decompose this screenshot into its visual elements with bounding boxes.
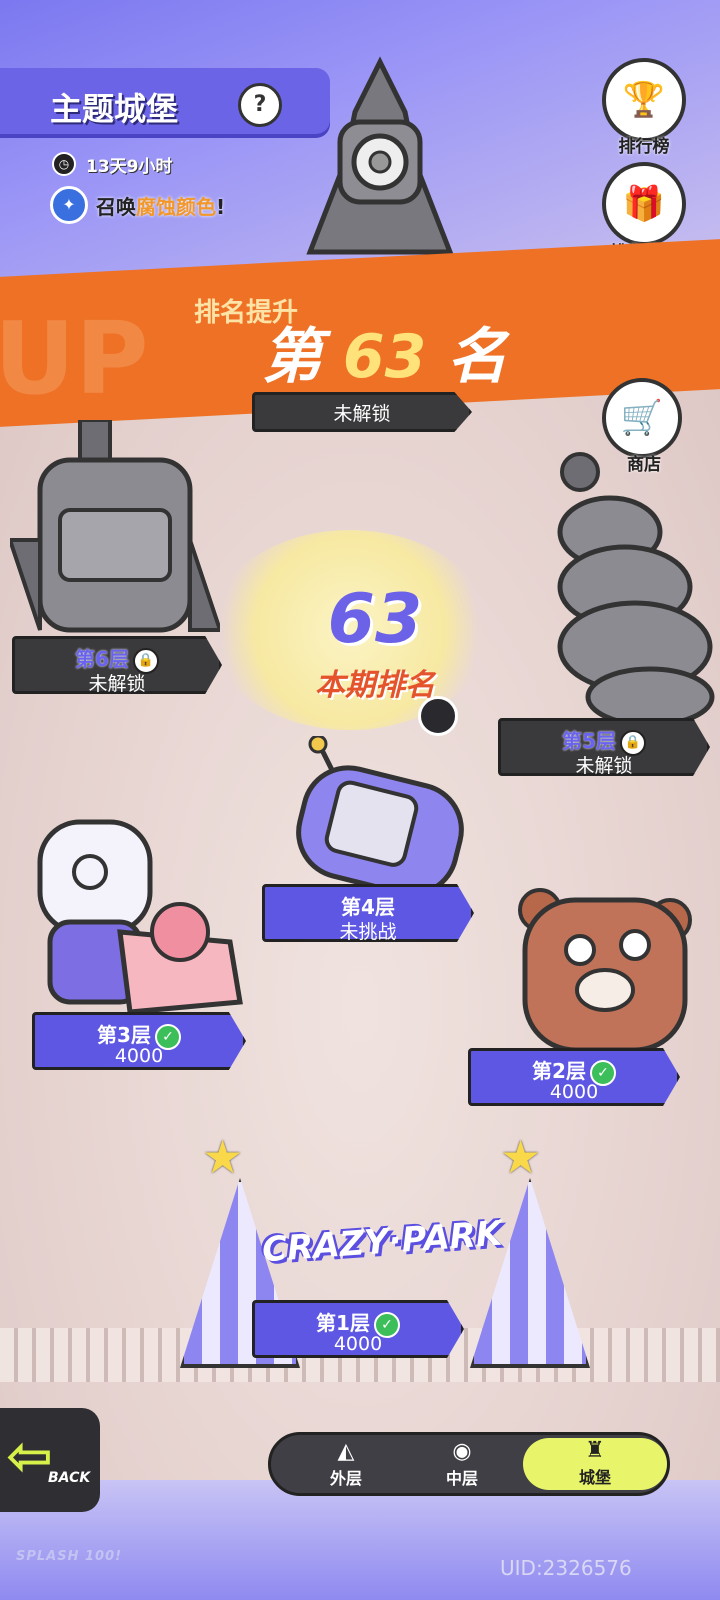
bottom-nav: ◭ 外层 ◉ 中层 ♜ 城堡: [268, 1432, 670, 1496]
timer-text: 13天9小时: [86, 156, 173, 177]
floor-5-status: 未解锁: [575, 755, 633, 777]
castle-icon: ♜: [585, 1438, 605, 1463]
floor-4-status: 未挑战: [339, 921, 397, 943]
floor-3-characters[interactable]: [20, 812, 250, 1032]
star-icon: ★: [202, 1130, 244, 1184]
help-button[interactable]: ?: [238, 83, 282, 127]
floor-7-status: 未解锁: [333, 403, 391, 425]
floor-6-status: 未解锁: [88, 673, 146, 695]
tab-outer[interactable]: ◭ 外层: [291, 1439, 401, 1495]
floor-6-plate[interactable]: 第6层 🔒 未解锁: [12, 636, 222, 694]
brand-logo: SPLASH 100!: [16, 1549, 123, 1564]
banner-rank-text: 第 63 名: [262, 308, 507, 395]
star-icon: ★: [500, 1130, 542, 1184]
floor-3-title: 第3层: [97, 1023, 151, 1047]
leaderboard-button[interactable]: 🏆: [602, 58, 686, 142]
tab-castle-label: 城堡: [578, 1468, 611, 1487]
current-rank-number: 63: [327, 580, 423, 659]
floor-4-structure[interactable]: [290, 736, 470, 896]
shop-button[interactable]: 🛒: [602, 378, 682, 458]
floor-2-title: 第2层: [532, 1059, 586, 1083]
tab-middle-label: 中层: [445, 1469, 478, 1488]
user-id: UID:2326576: [500, 1556, 632, 1580]
trophy-icon: 🏆: [602, 58, 686, 142]
back-label: BACK: [48, 1470, 91, 1486]
floor-5-title: 第5层: [562, 729, 616, 753]
gift-box-icon: 🎁: [602, 162, 686, 246]
floor-2-plate[interactable]: 第2层 ✓ 4000: [468, 1048, 680, 1106]
floor-3-plate[interactable]: 第3层 ✓ 4000: [32, 1012, 246, 1070]
floor-2-bear[interactable]: [510, 880, 700, 1060]
banner-number: 63: [342, 322, 427, 392]
tab-castle[interactable]: ♜ 城堡: [523, 1438, 667, 1490]
rank-rewards-button[interactable]: 🎁: [602, 162, 686, 246]
floor-3-score: 4000: [114, 1045, 164, 1067]
floor-5-tower[interactable]: [540, 452, 720, 722]
banner-suffix: 名: [447, 322, 508, 392]
timer-row: ◷ 13天9小时: [52, 150, 173, 178]
floor-6-tower[interactable]: [10, 420, 220, 650]
floor-7-plate[interactable]: 未解锁: [252, 392, 472, 432]
banner-watermark: UP: [0, 300, 149, 417]
tab-outer-label: 外层: [329, 1469, 362, 1488]
floor-4-plate[interactable]: 第4层 未挑战: [262, 884, 474, 942]
floor-1-title: 第1层: [316, 1311, 370, 1335]
target-icon: ✦: [50, 186, 88, 224]
player-marker-icon: [418, 696, 458, 736]
middle-layer-icon: ◉: [452, 1439, 472, 1464]
clock-icon: ◷: [52, 152, 76, 176]
floor-1-plate[interactable]: 第1层 ✓ 4000: [252, 1300, 464, 1358]
floor-4-title: 第4层: [341, 895, 395, 919]
summon-highlight: 腐蚀颜色: [136, 194, 216, 219]
page-title: 主题城堡: [50, 90, 179, 128]
summon-suffix: !: [216, 194, 226, 219]
tab-middle[interactable]: ◉ 中层: [407, 1439, 517, 1495]
floor-1-score: 4000: [333, 1333, 383, 1355]
outer-layer-icon: ◭: [337, 1439, 355, 1464]
summon-text: 召唤腐蚀颜色!: [96, 191, 225, 220]
bottom-gradient: [0, 1480, 720, 1600]
summon-prefix: 召唤: [96, 194, 136, 219]
banner-prefix: 第: [262, 322, 322, 392]
floor-6-title: 第6层: [75, 647, 129, 671]
floor-2-score: 4000: [549, 1081, 599, 1103]
leaderboard-label: 排行榜: [618, 137, 670, 157]
summon-row[interactable]: ✦ 召唤腐蚀颜色!: [50, 186, 225, 224]
floor-5-plate[interactable]: 第5层 🔒 未解锁: [498, 718, 710, 776]
cart-icon: 🛒: [602, 378, 682, 458]
